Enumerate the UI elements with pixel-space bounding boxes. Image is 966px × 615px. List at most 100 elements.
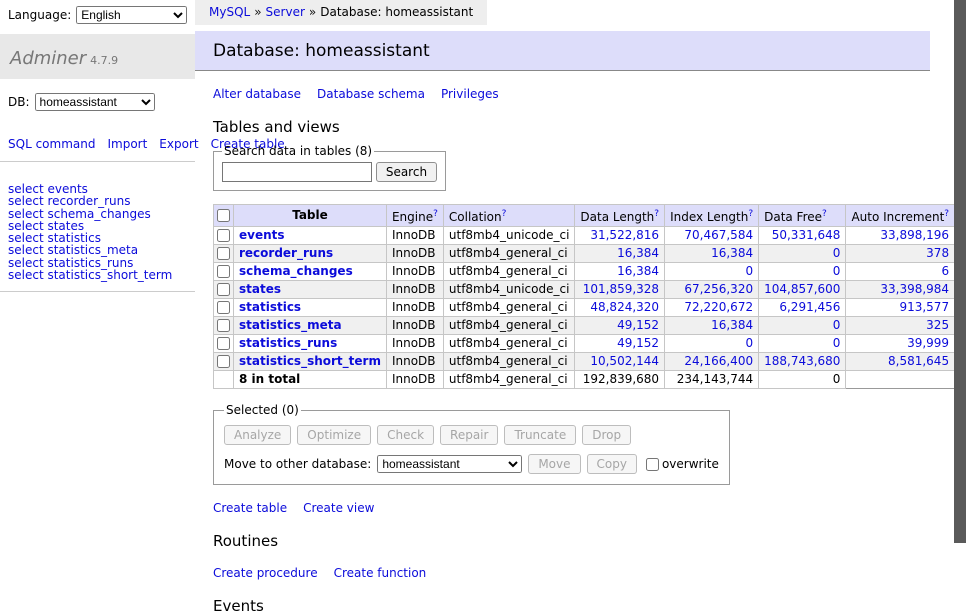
auto-increment-link[interactable]: 39,999 xyxy=(907,336,949,350)
data-length-link[interactable]: 49,152 xyxy=(617,318,659,332)
column-help: ? xyxy=(433,208,438,219)
collation-cell: utf8mb4_general_ci xyxy=(443,299,575,317)
create-link[interactable]: Create table xyxy=(213,501,287,515)
database-link[interactable]: Privileges xyxy=(441,87,499,101)
copy-button[interactable]: Copy xyxy=(587,454,637,474)
row-checkbox[interactable] xyxy=(217,319,230,332)
index-length-link[interactable]: 16,384 xyxy=(711,246,753,260)
data-free-link[interactable]: 104,857,600 xyxy=(764,282,840,296)
column-help-link[interactable]: ? xyxy=(433,209,438,219)
auto-increment-link[interactable]: 6 xyxy=(941,264,949,278)
data-length-link[interactable]: 16,384 xyxy=(617,246,659,260)
index-length-link[interactable]: 70,467,584 xyxy=(684,228,753,242)
auto-increment-link[interactable]: 913,577 xyxy=(899,300,949,314)
breadcrumb-item: Database: homeassistant xyxy=(320,5,473,19)
database-link[interactable]: Alter database xyxy=(213,87,301,101)
select-all-cell xyxy=(214,205,234,227)
collation-cell: utf8mb4_general_ci xyxy=(443,245,575,263)
selected-legend: Selected (0) xyxy=(224,403,301,417)
table-row: eventsInnoDButf8mb4_unicode_ci31,522,816… xyxy=(214,227,966,245)
selected-action-button[interactable]: Repair xyxy=(440,425,498,445)
index-length-link[interactable]: 0 xyxy=(745,336,753,350)
sidebar-action-link[interactable]: SQL command xyxy=(8,137,95,151)
sidebar-action-link[interactable]: Import xyxy=(107,137,147,151)
index-length-link[interactable]: 67,256,320 xyxy=(684,282,753,296)
table-name-link[interactable]: statistics_meta xyxy=(239,318,342,332)
index-length-cell: 72,220,672 xyxy=(665,299,759,317)
data-length-link[interactable]: 16,384 xyxy=(617,264,659,278)
column-help-link[interactable]: ? xyxy=(748,209,753,219)
data-free-link[interactable]: 0 xyxy=(833,318,841,332)
selected-action-button[interactable]: Optimize xyxy=(297,425,371,445)
move-database-select[interactable]: homeassistant xyxy=(377,455,522,473)
language-select[interactable]: English xyxy=(76,6,187,24)
table-name-link[interactable]: statistics_short_term xyxy=(239,354,381,368)
breadcrumb-item[interactable]: MySQL xyxy=(209,5,250,19)
column-help-link[interactable]: ? xyxy=(502,209,507,219)
index-length-cell: 0 xyxy=(665,335,759,353)
database-link[interactable]: Database schema xyxy=(317,87,425,101)
auto-increment-link[interactable]: 33,398,984 xyxy=(880,282,949,296)
overwrite-checkbox[interactable] xyxy=(646,458,659,471)
data-length-link[interactable]: 101,859,328 xyxy=(583,282,659,296)
table-name-link[interactable]: statistics xyxy=(239,300,301,314)
sidebar-select-link[interactable]: select recorder_runs xyxy=(8,195,187,207)
data-free-link[interactable]: 50,331,648 xyxy=(772,228,841,242)
data-length-link[interactable]: 31,522,816 xyxy=(590,228,659,242)
table-name-link[interactable]: recorder_runs xyxy=(239,246,333,260)
selected-action-button[interactable]: Truncate xyxy=(504,425,576,445)
vertical-scrollbar[interactable] xyxy=(954,0,966,543)
row-checkbox[interactable] xyxy=(217,247,230,260)
row-checkbox[interactable] xyxy=(217,355,230,368)
db-select[interactable]: homeassistant xyxy=(35,93,155,111)
table-name-link[interactable]: states xyxy=(239,282,281,296)
breadcrumb-item[interactable]: Server xyxy=(266,5,305,19)
row-checkbox[interactable] xyxy=(217,283,230,296)
row-checkbox[interactable] xyxy=(217,229,230,242)
footer-check-cell xyxy=(214,371,234,389)
data-free-link[interactable]: 0 xyxy=(833,246,841,260)
engine-cell: InnoDB xyxy=(386,317,443,335)
column-help-link[interactable]: ? xyxy=(654,209,659,219)
move-button[interactable]: Move xyxy=(528,454,580,474)
search-input[interactable] xyxy=(222,162,372,182)
data-free-link[interactable]: 188,743,680 xyxy=(764,354,840,368)
selected-action-button[interactable]: Check xyxy=(377,425,434,445)
column-help-link[interactable]: ? xyxy=(822,209,827,219)
data-free-link[interactable]: 0 xyxy=(833,264,841,278)
auto-increment-link[interactable]: 325 xyxy=(926,318,949,332)
sidebar-select-link[interactable]: select statistics_meta xyxy=(8,244,187,256)
auto-increment-link[interactable]: 33,898,196 xyxy=(880,228,949,242)
auto-increment-link[interactable]: 8,581,645 xyxy=(888,354,949,368)
index-length-link[interactable]: 16,384 xyxy=(711,318,753,332)
index-length-link[interactable]: 72,220,672 xyxy=(684,300,753,314)
search-button[interactable]: Search xyxy=(376,162,437,182)
row-checkbox[interactable] xyxy=(217,337,230,350)
row-checkbox[interactable] xyxy=(217,265,230,278)
data-free-link[interactable]: 0 xyxy=(833,336,841,350)
index-length-link[interactable]: 0 xyxy=(745,264,753,278)
table-row: statisticsInnoDButf8mb4_general_ci48,824… xyxy=(214,299,966,317)
routine-link[interactable]: Create function xyxy=(334,566,427,580)
table-name-link[interactable]: schema_changes xyxy=(239,264,353,278)
row-checkbox[interactable] xyxy=(217,301,230,314)
index-length-link[interactable]: 24,166,400 xyxy=(684,354,753,368)
data-free-cell: 104,857,600 xyxy=(759,281,846,299)
data-length-link[interactable]: 48,824,320 xyxy=(590,300,659,314)
data-length-link[interactable]: 10,502,144 xyxy=(590,354,659,368)
select-all-checkbox[interactable] xyxy=(217,209,230,222)
sidebar-action-link[interactable]: Export xyxy=(159,137,198,151)
routine-link[interactable]: Create procedure xyxy=(213,566,318,580)
auto-increment-link[interactable]: 378 xyxy=(926,246,949,260)
sidebar-select-link[interactable]: select statistics_short_term xyxy=(8,269,187,281)
table-name-link[interactable]: statistics_runs xyxy=(239,336,337,350)
column-help-link[interactable]: ? xyxy=(944,209,949,219)
table-name-link[interactable]: events xyxy=(239,228,285,242)
selected-action-button[interactable]: Drop xyxy=(582,425,631,445)
data-free-link[interactable]: 6,291,456 xyxy=(779,300,840,314)
data-free-cell: 188,743,680 xyxy=(759,353,846,371)
data-length-link[interactable]: 49,152 xyxy=(617,336,659,350)
create-link[interactable]: Create view xyxy=(303,501,374,515)
auto-increment-cell: 913,577 xyxy=(846,299,955,317)
selected-action-button[interactable]: Analyze xyxy=(224,425,291,445)
